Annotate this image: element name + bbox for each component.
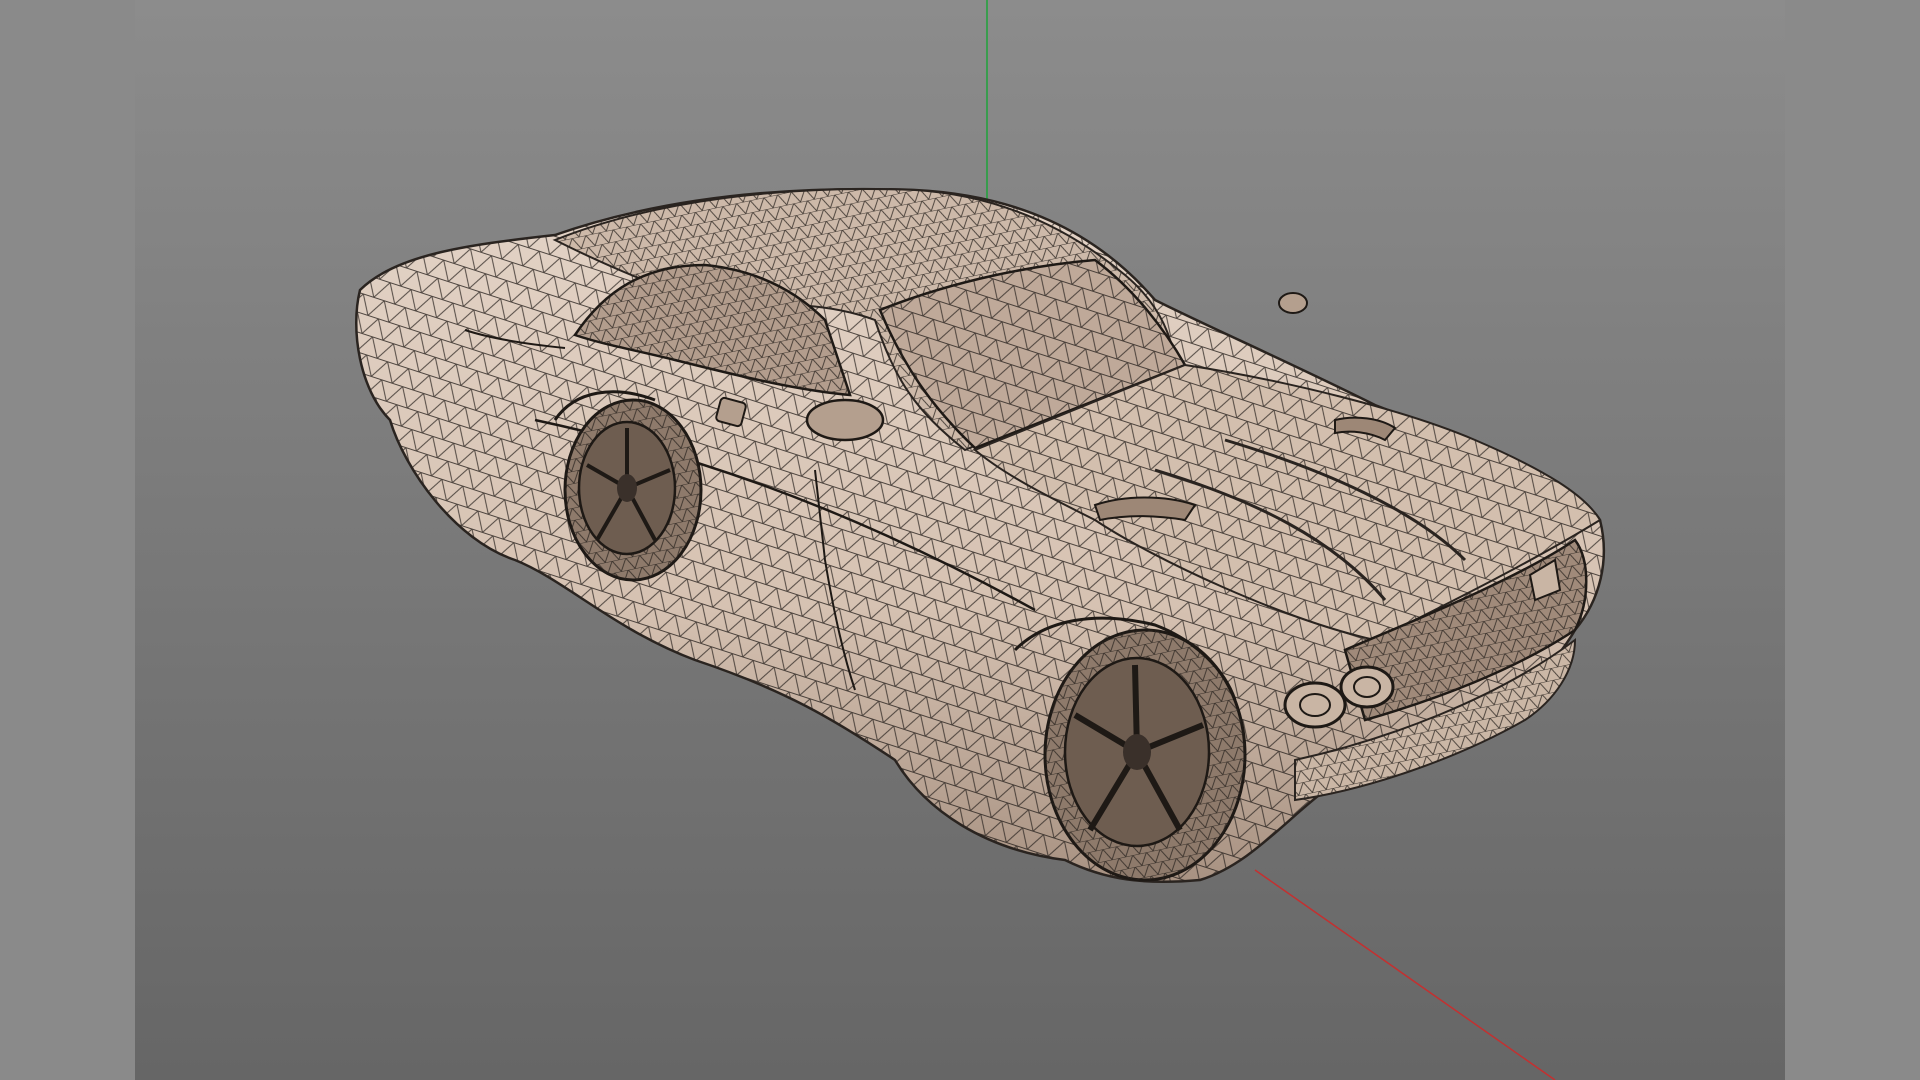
car-hood-scoop — [1093, 496, 1197, 522]
car-mirror-right — [1278, 292, 1308, 314]
car-model[interactable] — [355, 187, 1606, 884]
axis-x-icon — [1254, 869, 1556, 1080]
viewport-canvas[interactable] — [135, 0, 1785, 1080]
app-screen — [0, 0, 1920, 1080]
right-panel — [1785, 0, 1920, 1080]
left-panel — [0, 0, 135, 1080]
car-mirror-left — [805, 398, 885, 442]
car-wheel-rear — [563, 398, 703, 582]
3d-viewport[interactable] — [135, 0, 1785, 1080]
